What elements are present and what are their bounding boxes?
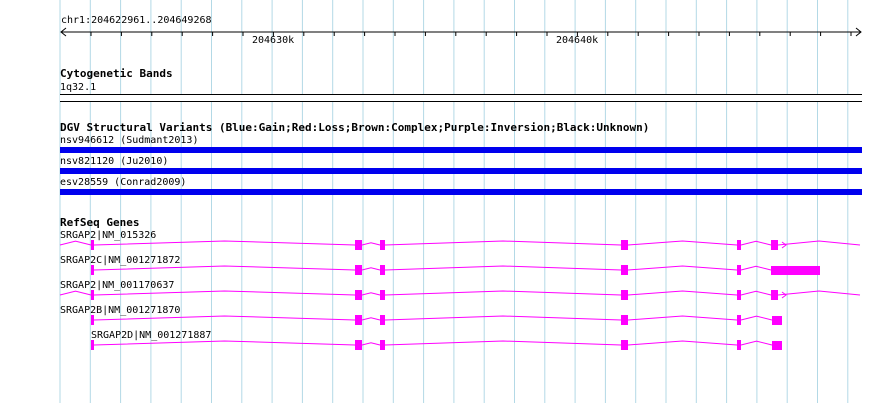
exon-block [355,315,362,325]
intron-line [384,290,622,296]
intron-line [740,290,772,296]
exon-block [91,340,94,350]
intron-line [93,265,356,271]
exon-block [355,340,362,350]
gene-model [91,265,820,275]
exon-block [380,240,385,250]
gene-model [91,340,782,350]
intron-line [93,315,356,321]
intron-line [627,340,738,346]
intron-line [59,290,92,296]
gene-model [91,315,782,325]
exon-block [380,290,385,300]
intron-line [93,290,356,296]
exon-block [380,265,385,275]
exon-block [621,340,628,350]
exon-block [355,265,362,275]
exon-block [772,316,782,325]
exon-block [621,290,628,300]
intron-line [627,240,738,246]
exon-block [772,341,782,350]
gene-model [59,290,861,300]
intron-line [93,340,356,346]
exon-block [621,315,628,325]
exon-block [355,240,362,250]
exon-block [91,265,94,275]
intron-line [361,317,381,321]
intron-line [740,315,773,321]
intron-line [627,265,738,271]
intron-line [777,240,861,246]
intron-line [361,342,381,346]
exon-block [380,315,385,325]
gene-model [59,240,861,250]
genome-browser: chr1:204622961..204649268 204630k 204640… [0,0,890,403]
exon-block [355,290,362,300]
exon-block [621,265,628,275]
intron-line [93,240,356,246]
intron-line [740,265,772,271]
intron-line [361,292,381,296]
intron-line [384,240,622,246]
exon-block [737,340,741,350]
intron-line [59,240,92,246]
exon-block [737,290,741,300]
exon-block [380,340,385,350]
exon-block [621,240,628,250]
exon-block [771,266,820,275]
exon-block [91,315,94,325]
intron-line [627,315,738,321]
intron-line [777,290,861,296]
exon-block [91,290,94,300]
exon-block [91,240,94,250]
intron-line [361,242,381,246]
exon-block [737,265,741,275]
intron-line [384,265,622,271]
intron-line [740,240,772,246]
exon-block [771,240,778,250]
exon-block [737,315,741,325]
intron-line [361,267,381,271]
intron-line [384,315,622,321]
intron-line [627,290,738,296]
intron-line [384,340,622,346]
intron-line [740,340,773,346]
refseq-gene-models[interactable] [0,0,890,403]
exon-block [771,290,778,300]
exon-block [737,240,741,250]
